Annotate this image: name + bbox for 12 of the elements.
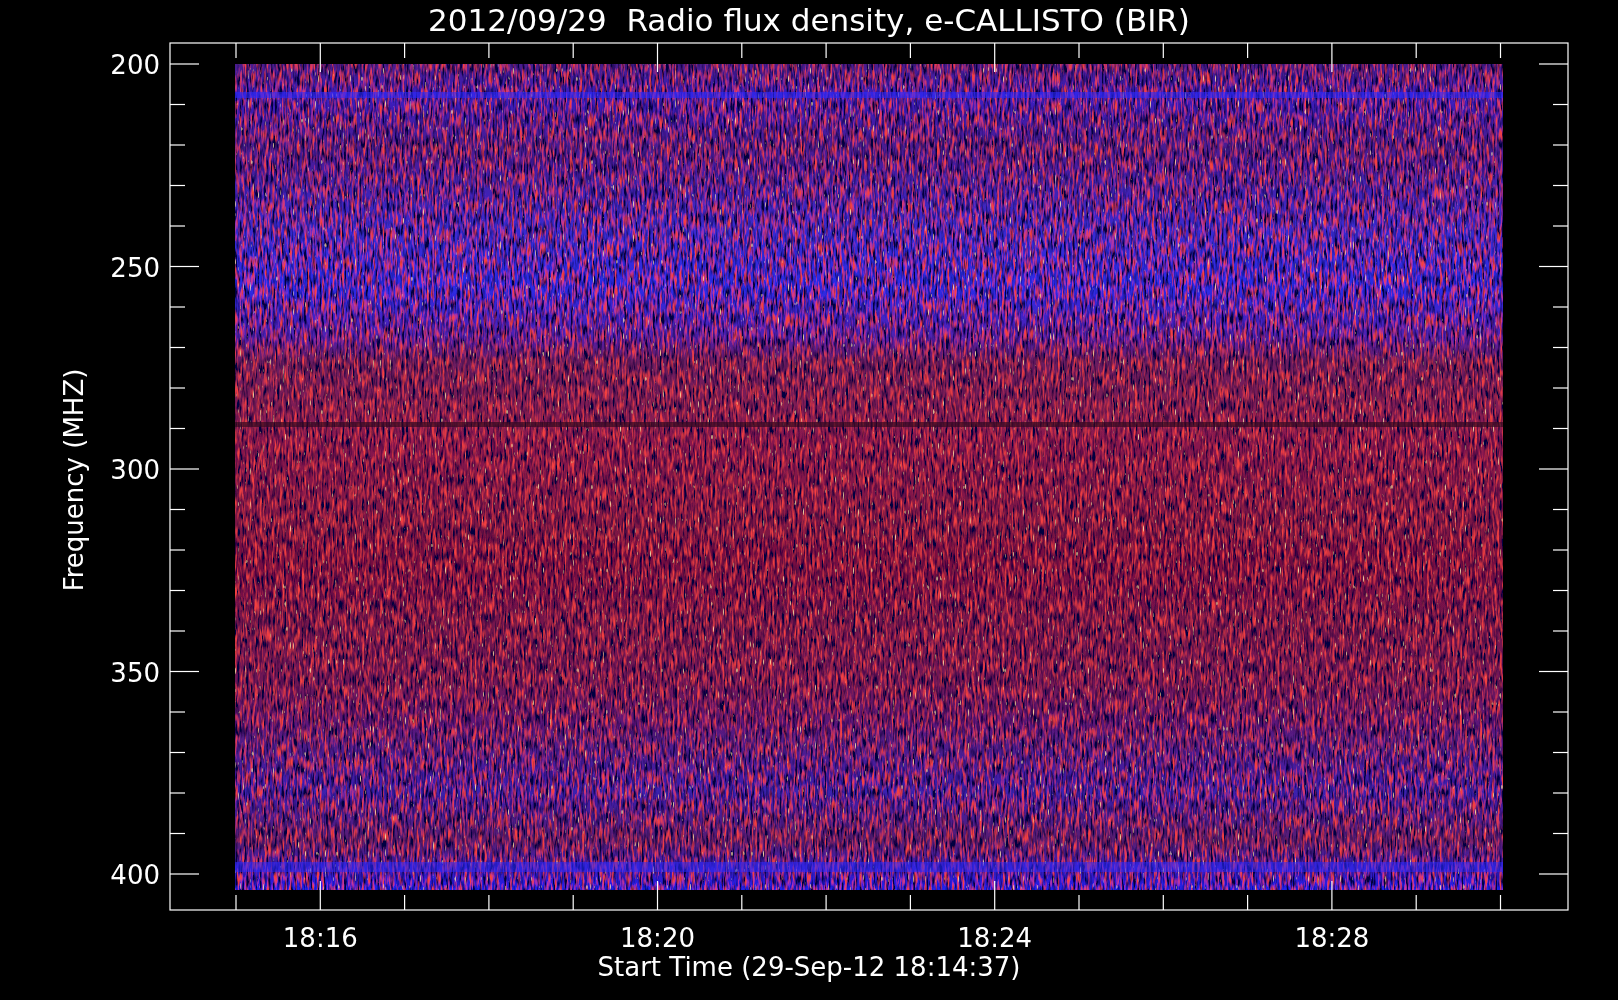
axis-tick-label: 200 xyxy=(110,50,160,80)
axis-tick-label: 18:28 xyxy=(1294,923,1370,953)
axis-tick-label: 18:16 xyxy=(282,923,358,953)
axis-tick-label: 400 xyxy=(110,860,160,890)
axis-tick-label: 18:20 xyxy=(620,923,695,953)
chart-title: 2012/09/29 Radio flux density, e-CALLISTO (BIR) xyxy=(428,2,1190,38)
axis-title: Frequency (MHZ) xyxy=(59,368,89,592)
axis-tick-label: 300 xyxy=(110,455,160,485)
axis-tick-label: 250 xyxy=(110,252,160,283)
axis-tick-label: 350 xyxy=(110,657,160,688)
axis-tick-label: 18:24 xyxy=(957,923,1033,953)
axis-title: Start Time (29-Sep-12 18:14:37) xyxy=(597,952,1021,982)
